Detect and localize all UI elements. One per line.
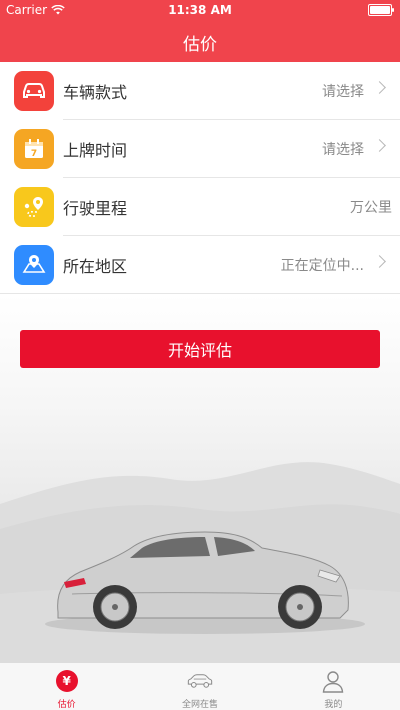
evaluation-form: 车辆款式 请选择 7 上牌时间 请选择 行驶里程 万公里 所在地区 正在定位中.… [0, 62, 400, 294]
start-evaluation-button[interactable]: 开始评估 [20, 330, 380, 368]
battery-icon [368, 4, 394, 16]
tab-valuation[interactable]: ¥ 估价 [0, 663, 133, 710]
form-row-registration-date[interactable]: 7 上牌时间 请选择 [0, 120, 400, 178]
form-row-vehicle-model[interactable]: 车辆款式 请选择 [0, 62, 400, 120]
battery-fill [370, 6, 390, 14]
car-outline-icon [186, 668, 214, 694]
form-row-label: 上牌时间 [63, 141, 128, 160]
tab-network-listings[interactable]: 全网在售 [133, 663, 266, 710]
page-title: 估价 [183, 35, 217, 55]
form-row-label: 所在地区 [63, 257, 128, 276]
form-row-value: 请选择 [322, 142, 364, 158]
mileage-unit: 万公里 [350, 200, 392, 216]
chevron-right-icon [373, 81, 386, 94]
route-pin-icon [14, 187, 54, 227]
svg-text:7: 7 [31, 149, 37, 159]
form-row-value: 正在定位中... [280, 258, 364, 274]
form-row-region[interactable]: 所在地区 正在定位中... [0, 236, 400, 294]
yen-coin-icon: ¥ [53, 668, 81, 694]
user-icon [319, 668, 347, 694]
form-row-label: 车辆款式 [63, 83, 128, 102]
chevron-right-icon [373, 139, 386, 152]
row-divider [0, 293, 400, 294]
tab-profile[interactable]: 我的 [267, 663, 400, 710]
car-icon [14, 71, 54, 111]
tab-label: 估价 [57, 700, 76, 710]
form-row-label: 行驶里程 [63, 199, 128, 218]
map-location-icon [14, 245, 54, 285]
yen-glyph: ¥ [55, 670, 78, 692]
header-bar: Carrier 11:38 AM 估价 [0, 0, 400, 62]
tab-label: 全网在售 [181, 700, 218, 710]
tab-label: 我的 [324, 700, 343, 710]
chevron-right-icon [373, 255, 386, 268]
form-row-mileage[interactable]: 行驶里程 万公里 [0, 178, 400, 236]
calendar-icon: 7 [14, 129, 54, 169]
tab-bar: ¥ 估价 全网在售 我的 [0, 662, 400, 710]
status-bar: Carrier 11:38 AM [0, 0, 400, 20]
form-row-value: 请选择 [322, 84, 364, 100]
app-screen: Carrier 11:38 AM 估价 车辆款式 请选择 7 上牌时间 请选择 … [0, 0, 400, 710]
status-time: 11:38 AM [168, 3, 232, 17]
